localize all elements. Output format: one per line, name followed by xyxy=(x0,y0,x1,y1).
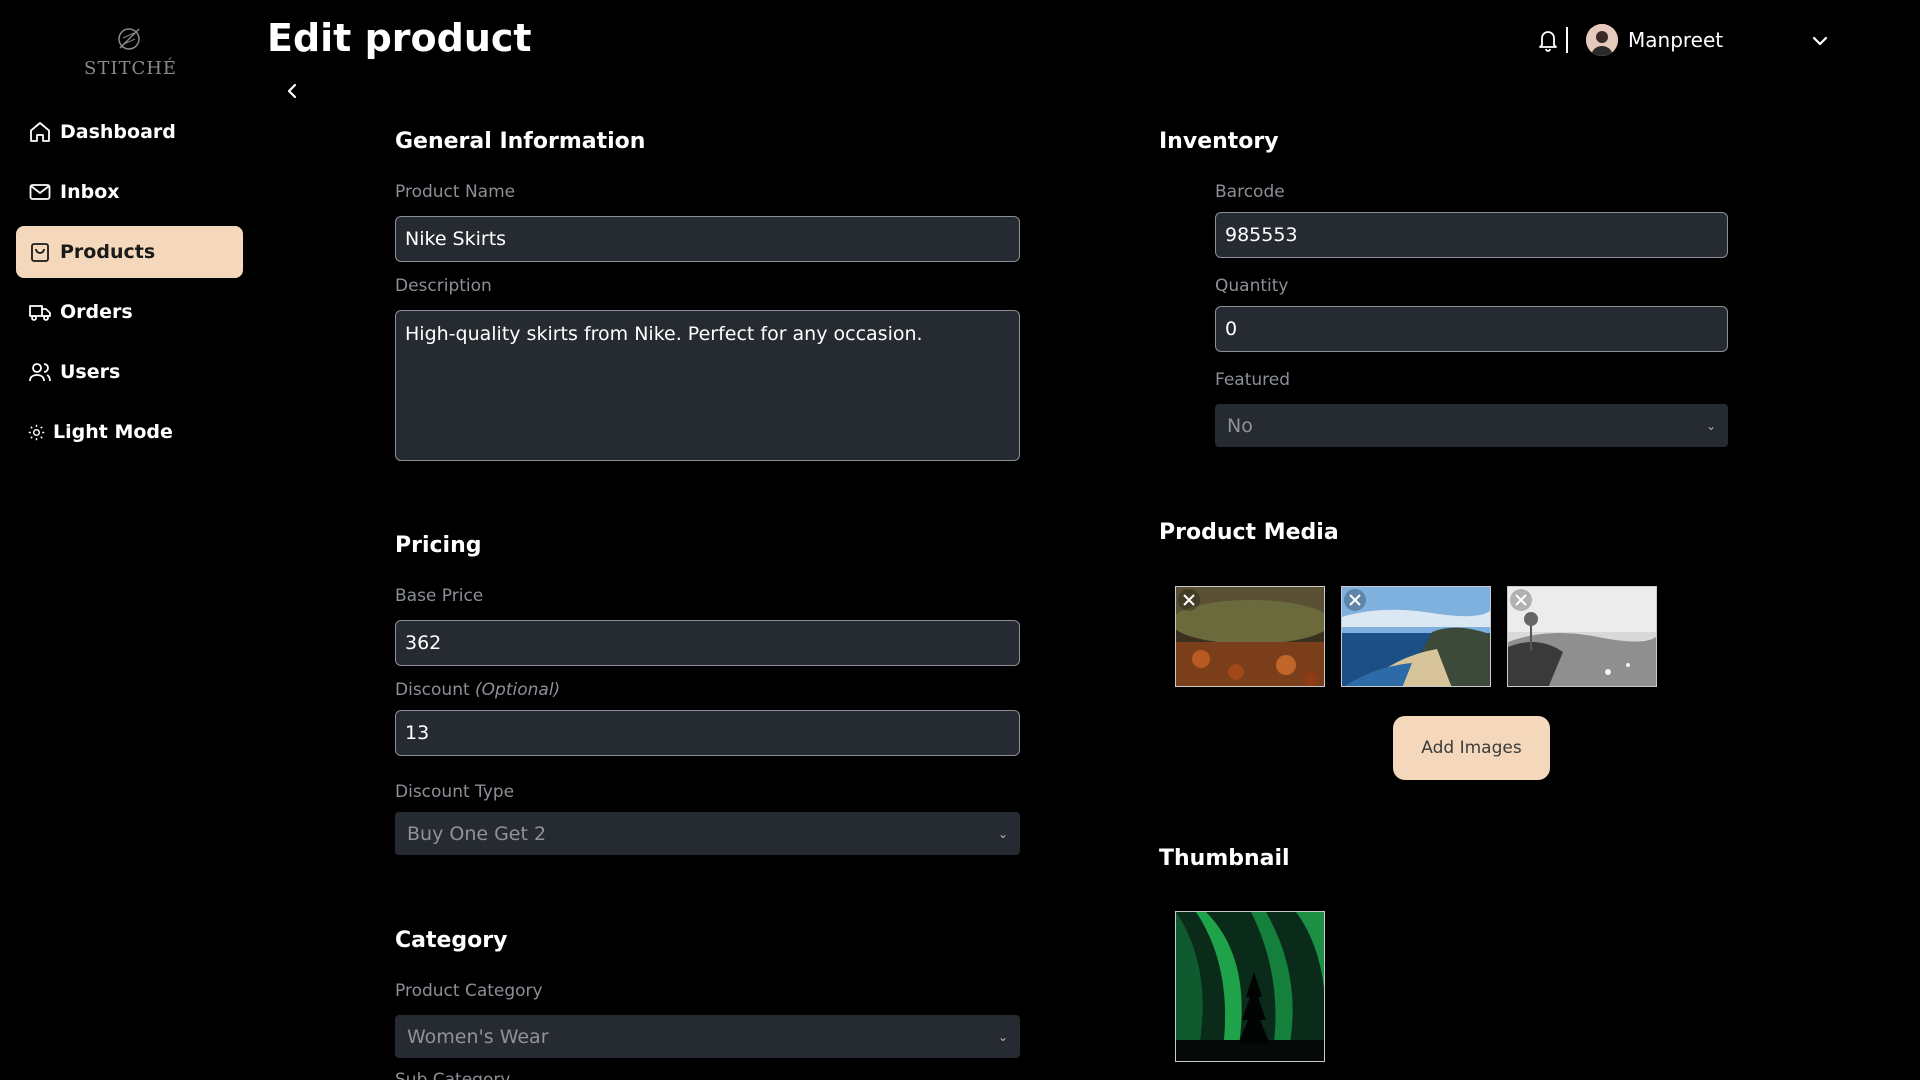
inventory-title: Inventory xyxy=(1159,129,1279,154)
description-label: Description xyxy=(395,276,492,296)
base-price-label: Base Price xyxy=(395,586,484,606)
remove-image-icon[interactable] xyxy=(1344,589,1366,611)
description-value: High-quality skirts from Nike. Perfect f… xyxy=(405,323,923,345)
product-category-value: Women's Wear xyxy=(407,1025,549,1048)
back-arrow-icon[interactable] xyxy=(283,80,301,102)
discount-type-select[interactable]: Buy One Get 2 ⌄ xyxy=(395,812,1020,855)
add-images-button[interactable]: Add Images xyxy=(1393,716,1550,780)
discount-type-value: Buy One Get 2 xyxy=(407,822,547,845)
sidebar-item-light-mode[interactable]: Light Mode xyxy=(16,406,243,458)
sidebar-item-label: Light Mode xyxy=(53,421,173,443)
sidebar-item-products[interactable]: Products xyxy=(16,226,243,278)
remove-image-icon[interactable] xyxy=(1178,589,1200,611)
chevron-down-icon: ⌄ xyxy=(1705,418,1716,433)
home-icon xyxy=(30,122,50,142)
chevron-down-icon: ⌄ xyxy=(997,826,1008,841)
featured-value: No xyxy=(1227,414,1253,437)
general-info-title: General Information xyxy=(395,129,646,154)
remove-image-icon[interactable] xyxy=(1510,589,1532,611)
product-category-label: Product Category xyxy=(395,981,543,1001)
brand-logo: STITCHÉ xyxy=(84,24,178,79)
product-category-select[interactable]: Women's Wear ⌄ xyxy=(395,1015,1020,1058)
chevron-down-icon: ⌄ xyxy=(997,1029,1008,1044)
barcode-label: Barcode xyxy=(1215,182,1285,202)
sidebar-item-orders[interactable]: Orders xyxy=(16,286,243,338)
sidebar-item-label: Products xyxy=(60,241,156,263)
barcode-input[interactable]: 985553 xyxy=(1215,212,1728,258)
user-name[interactable]: Manpreet xyxy=(1628,28,1723,52)
avatar[interactable] xyxy=(1586,24,1618,56)
discount-label: Discount (Optional) xyxy=(395,680,560,700)
media-image-1[interactable] xyxy=(1175,586,1325,687)
discount-input[interactable]: 13 xyxy=(395,710,1020,756)
barcode-value: 985553 xyxy=(1225,224,1298,246)
featured-label: Featured xyxy=(1215,370,1291,390)
thumbnail-picture xyxy=(1176,912,1324,1061)
sun-icon xyxy=(28,424,45,440)
logo-icon xyxy=(118,28,140,50)
product-media-title: Product Media xyxy=(1159,520,1339,545)
media-image-2[interactable] xyxy=(1341,586,1491,687)
thumbnail-title: Thumbnail xyxy=(1159,846,1290,871)
truck-icon xyxy=(29,305,51,321)
base-price-value: 362 xyxy=(405,632,442,654)
description-textarea[interactable]: High-quality skirts from Nike. Perfect f… xyxy=(395,310,1020,461)
quantity-value: 0 xyxy=(1225,318,1238,340)
sidebar-item-label: Orders xyxy=(60,301,133,323)
sidebar-item-inbox[interactable]: Inbox xyxy=(16,166,243,218)
discount-value: 13 xyxy=(405,722,430,744)
quantity-input[interactable]: 0 xyxy=(1215,306,1728,352)
product-name-label: Product Name xyxy=(395,182,516,202)
sidebar-item-label: Dashboard xyxy=(60,121,176,143)
sub-category-label: Sub Category xyxy=(395,1070,511,1080)
product-name-value: Nike Skirts xyxy=(405,228,507,250)
users-icon xyxy=(29,363,51,382)
media-image-3[interactable] xyxy=(1507,586,1657,687)
category-title: Category xyxy=(395,928,508,953)
discount-type-label: Discount Type xyxy=(395,782,515,802)
featured-select[interactable]: No ⌄ xyxy=(1215,404,1728,447)
sidebar-item-label: Users xyxy=(60,361,121,383)
pricing-title: Pricing xyxy=(395,533,482,558)
user-menu: Manpreet xyxy=(1536,22,1723,58)
bell-icon[interactable] xyxy=(1536,27,1560,53)
product-name-input[interactable]: Nike Skirts xyxy=(395,216,1020,262)
sidebar-nav: Dashboard Inbox Products Orders Users Li… xyxy=(16,106,243,466)
mail-icon xyxy=(29,184,51,200)
page-title: Edit product xyxy=(267,16,532,60)
chevron-down-icon[interactable] xyxy=(1810,31,1830,51)
thumbnail-image[interactable] xyxy=(1175,911,1325,1062)
sidebar-item-dashboard[interactable]: Dashboard xyxy=(16,106,243,158)
discount-label-text: Discount xyxy=(395,680,470,700)
discount-optional-text: (Optional) xyxy=(475,680,561,700)
quantity-label: Quantity xyxy=(1215,276,1289,296)
header-divider xyxy=(1566,27,1568,53)
brand-name: STITCHÉ xyxy=(84,58,178,79)
sidebar-item-label: Inbox xyxy=(60,181,120,203)
base-price-input[interactable]: 362 xyxy=(395,620,1020,666)
shopping-bag-icon xyxy=(31,243,49,262)
sidebar-item-users[interactable]: Users xyxy=(16,346,243,398)
